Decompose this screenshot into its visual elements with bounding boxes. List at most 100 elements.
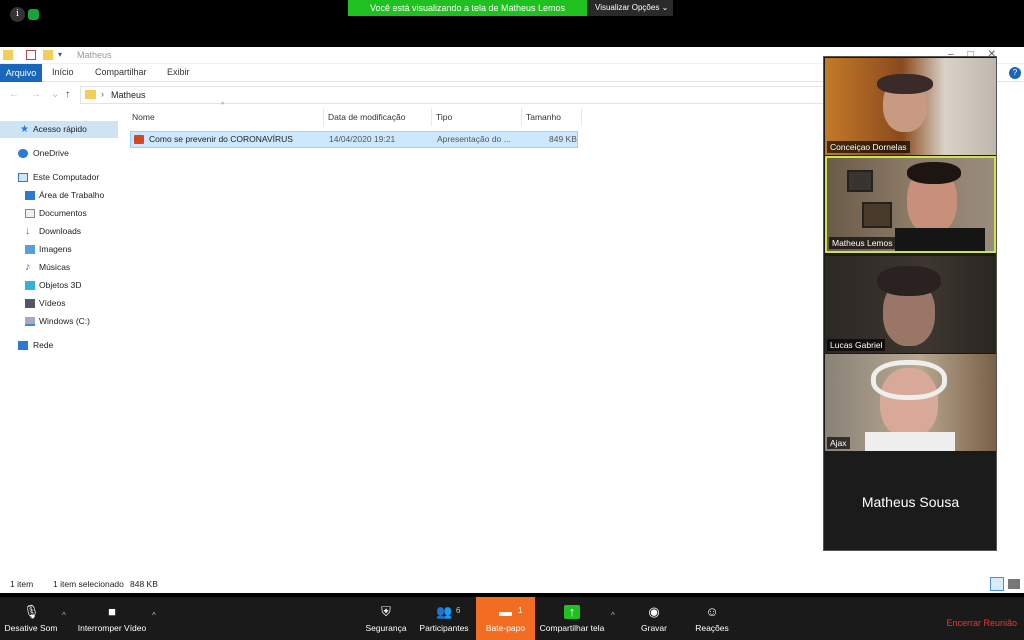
camera-icon: ■ [108, 604, 116, 619]
nav-item-3d-objects[interactable]: Objetos 3D [0, 277, 118, 294]
nav-item-this-pc[interactable]: Este Computador [0, 169, 118, 186]
share-options-caret-icon[interactable]: ^ [611, 611, 615, 620]
end-meeting-button[interactable]: Encerrar Reunião [946, 618, 1017, 628]
file-name: Como se prevenir do CORONAVÍRUS [149, 134, 293, 144]
participant-shirt [895, 228, 985, 251]
pictures-icon [25, 245, 35, 254]
nav-label: Windows (C:) [39, 316, 91, 326]
stop-video-label: Interromper Vídeo [77, 623, 147, 633]
participants-icon: 👥 [436, 604, 453, 619]
chat-label: Bate-papo [485, 623, 526, 633]
customize-toolbar-icon[interactable]: ▾ [58, 50, 68, 60]
column-name[interactable]: Nome [128, 108, 324, 126]
star-icon: ★ [20, 124, 29, 135]
microphone-icon: 🎙 [23, 604, 40, 619]
nav-item-desktop[interactable]: Área de Trabalho [0, 187, 118, 204]
folder-icon [3, 50, 13, 60]
wall-picture [847, 170, 873, 192]
share-screen-icon: ↑ [564, 605, 580, 619]
lock-icon[interactable] [28, 9, 39, 20]
recent-locations-icon[interactable]: ⌄ [51, 89, 59, 100]
screen-share-banner: Você está visualizando a tela de Matheus… [348, 0, 587, 16]
column-type[interactable]: Tipo [432, 108, 522, 126]
nav-label: Este Computador [33, 172, 100, 182]
up-icon[interactable]: ↑ [65, 89, 70, 100]
tab-home[interactable]: Início [52, 67, 74, 77]
participants-button[interactable]: 👥 Participantes 6 [416, 597, 472, 640]
video-tile[interactable]: Lucas Gabriel [825, 256, 996, 353]
nav-item-quick-access[interactable]: ★ Acesso rápido [0, 121, 118, 138]
nav-label: Objetos 3D [39, 280, 82, 290]
nav-label: Área de Trabalho [39, 190, 105, 200]
video-tile[interactable]: Conceiçao Dornelas [825, 58, 996, 155]
chat-button[interactable]: ▬ Bate-papo 1 [476, 597, 535, 640]
nav-label: Documentos [39, 208, 87, 218]
info-icon[interactable]: i [10, 7, 25, 22]
nav-item-drive-c[interactable]: Windows (C:) [0, 313, 118, 330]
status-bar: 1 item 1 item selecionado 848 KB [0, 577, 1024, 593]
tab-file[interactable]: Arquivo [0, 64, 42, 82]
nav-item-pictures[interactable]: Imagens [0, 241, 118, 258]
selection-status: 1 item selecionado [53, 579, 124, 589]
nav-item-network[interactable]: Rede [0, 337, 118, 354]
participant-name-card[interactable]: Matheus Sousa [825, 455, 996, 550]
file-row[interactable]: Como se prevenir do CORONAVÍRUS 14/04/20… [130, 131, 578, 148]
tab-share[interactable]: Compartilhar [95, 67, 147, 77]
participant-name: Lucas Gabriel [827, 339, 886, 351]
file-size: 849 KB [549, 134, 577, 144]
desktop-icon [25, 191, 35, 200]
drive-icon [25, 317, 35, 326]
participants-label: Participantes [419, 623, 469, 633]
nav-label: Downloads [39, 226, 82, 236]
chevron-right-icon: › [101, 89, 104, 99]
share-screen-button[interactable]: ↑ Compartilhar tela [537, 597, 607, 640]
headphones-icon [871, 360, 947, 400]
nav-item-onedrive[interactable]: OneDrive [0, 145, 118, 162]
address-bar[interactable]: › Matheus [80, 86, 824, 104]
computer-icon [18, 173, 28, 182]
wall-picture [862, 202, 892, 228]
video-tile-active-speaker[interactable]: Matheus Lemos [825, 156, 996, 253]
participant-hair [877, 266, 941, 296]
zoom-top-bar: i Você está visualizando a tela de Mathe… [0, 0, 1024, 47]
nav-label: Músicas [39, 262, 71, 272]
nav-item-music[interactable]: ♪ Músicas [0, 259, 118, 276]
tab-view[interactable]: Exibir [167, 67, 190, 77]
column-size[interactable]: Tamanho [522, 108, 582, 126]
video-options-caret-icon[interactable]: ^ [152, 611, 156, 620]
item-count: 1 item [10, 579, 34, 589]
view-options-button[interactable]: Visualizar Opções ⌄ [587, 0, 673, 16]
nav-item-downloads[interactable]: ↓ Downloads [0, 223, 118, 240]
nav-label: Rede [33, 340, 54, 350]
nav-item-documents[interactable]: Documentos [0, 205, 118, 222]
help-icon[interactable]: ? [1009, 67, 1021, 79]
nav-label: Vídeos [39, 298, 66, 308]
record-button[interactable]: ◉ Gravar [634, 597, 674, 640]
chevron-down-icon: ⌄ [661, 3, 669, 12]
properties-icon[interactable] [26, 50, 36, 60]
view-options-label: Visualizar Opções [595, 3, 660, 12]
forward-icon[interactable]: → [31, 89, 41, 100]
mute-options-caret-icon[interactable]: ^ [62, 611, 66, 620]
column-modified[interactable]: Data de modificação [324, 108, 432, 126]
nav-label: Acesso rápido [33, 124, 87, 134]
chat-count: 1 [518, 606, 523, 615]
back-icon[interactable]: ← [9, 89, 19, 100]
file-type: Apresentação do ... [437, 134, 511, 144]
new-folder-icon[interactable] [43, 50, 53, 60]
reactions-button[interactable]: ☺ Reações [690, 597, 734, 640]
mute-button[interactable]: 🎙 Desative Som [2, 597, 60, 640]
column-headers: ^ Nome Data de modificação Tipo Tamanho [128, 102, 584, 126]
details-view-icon[interactable] [990, 577, 1004, 591]
video-tile[interactable]: Ajax [825, 354, 996, 451]
share-screen-label: Compartilhar tela [539, 623, 605, 633]
large-icons-view-icon[interactable] [1008, 579, 1020, 589]
smiley-icon: ☺ [705, 604, 719, 619]
reactions-label: Reações [695, 623, 729, 633]
security-button[interactable]: ⛨ Segurança [360, 597, 412, 640]
nav-item-videos[interactable]: Vídeos [0, 295, 118, 312]
chat-bubble-icon: ▬ [499, 604, 512, 619]
stop-video-button[interactable]: ■ Interromper Vídeo [76, 597, 148, 640]
nav-label: OneDrive [33, 148, 69, 158]
folder-icon [85, 90, 96, 99]
